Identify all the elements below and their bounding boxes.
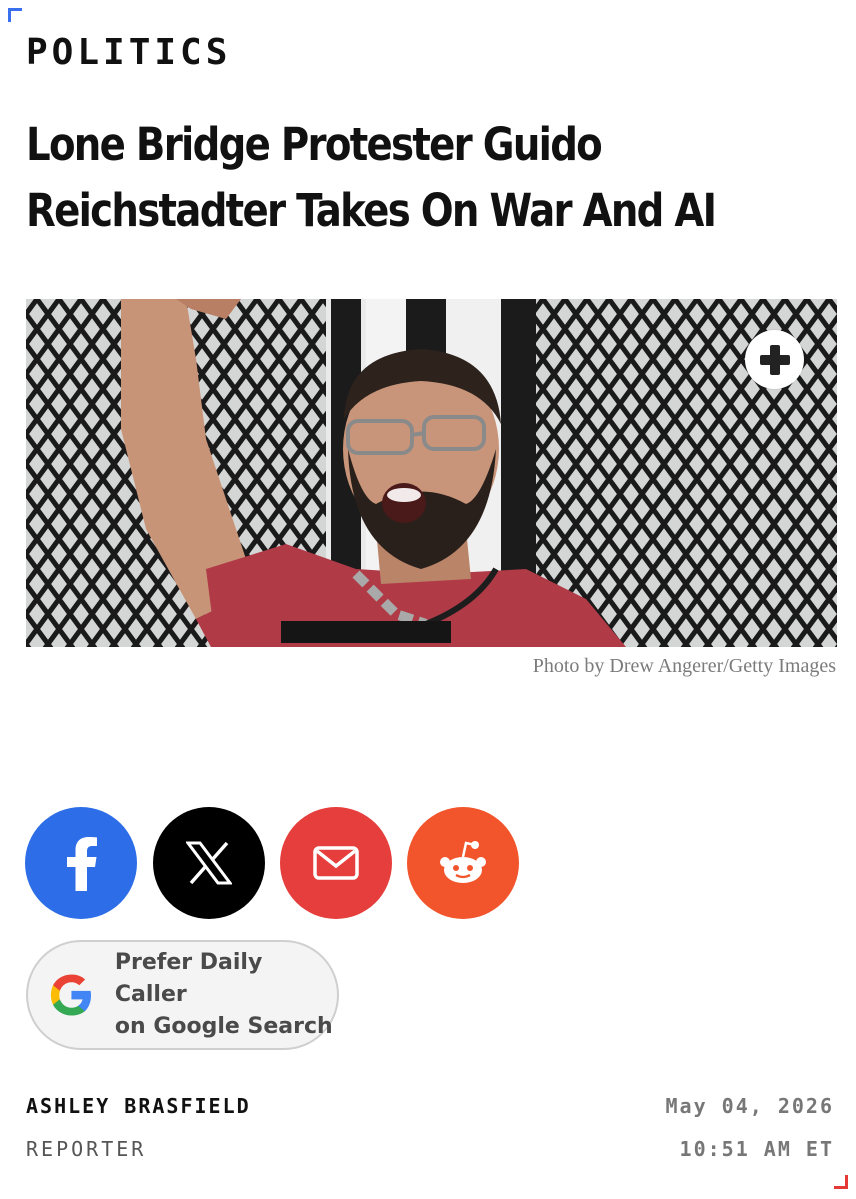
- expand-image-button[interactable]: [745, 330, 804, 389]
- author-role: REPORTER: [26, 1137, 147, 1161]
- x-icon: [186, 841, 232, 885]
- publish-date: May 04, 2026: [665, 1094, 834, 1118]
- google-pill-text: Prefer Daily Caller on Google Search: [115, 947, 337, 1043]
- hero-image-graphic: [26, 299, 837, 647]
- photo-credit: Photo by Drew Angerer/Getty Images: [532, 655, 836, 677]
- share-x-button[interactable]: [153, 807, 265, 919]
- share-facebook-button[interactable]: [25, 807, 137, 919]
- author-name[interactable]: ASHLEY BRASFIELD: [26, 1094, 251, 1118]
- google-icon: [50, 974, 92, 1016]
- share-reddit-button[interactable]: [407, 807, 519, 919]
- google-pill-line-2: on Google Search: [114, 1014, 333, 1039]
- publish-time: 10:51 AM ET: [679, 1137, 834, 1161]
- corner-accent-bottom-right: [834, 1175, 848, 1189]
- hero-image[interactable]: [26, 299, 837, 647]
- facebook-icon: [67, 837, 97, 891]
- plus-icon: [759, 344, 790, 375]
- share-email-button[interactable]: [280, 807, 392, 919]
- corner-accent-top-left: [8, 8, 22, 22]
- prefer-google-search-button[interactable]: Prefer Daily Caller on Google Search: [26, 940, 339, 1050]
- google-pill-line-1: Prefer Daily Caller: [114, 950, 263, 1007]
- headline-line-2: Reichstadter Takes On War And AI: [26, 184, 717, 237]
- reddit-icon: [440, 841, 486, 883]
- article-headline: Lone Bridge Protester Guido Reichstadter…: [26, 112, 717, 244]
- mail-icon: [313, 846, 359, 880]
- headline-line-1: Lone Bridge Protester Guido: [26, 118, 603, 171]
- category-label[interactable]: POLITICS: [26, 32, 231, 73]
